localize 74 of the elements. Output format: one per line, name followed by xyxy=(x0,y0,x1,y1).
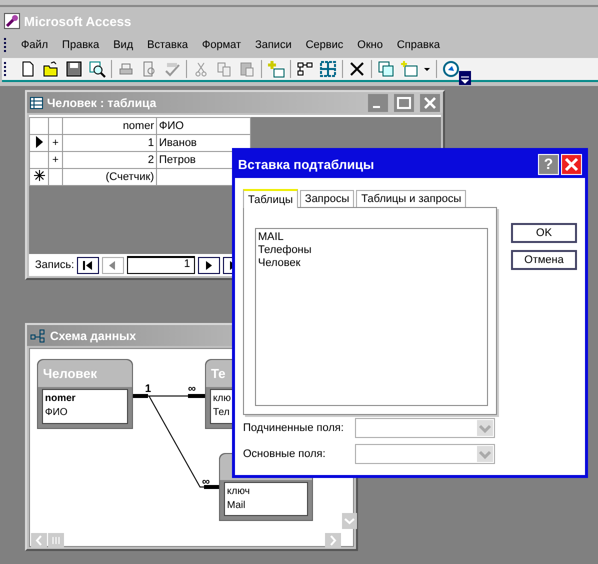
menu-item[interactable]: Вставка xyxy=(140,39,196,51)
spellcheck-icon[interactable] xyxy=(163,60,181,78)
window-title: Человек : таблица xyxy=(47,96,156,110)
field-name[interactable]: ключ xyxy=(227,485,305,499)
toolbar-options-icon[interactable] xyxy=(459,71,471,85)
cardinality-label: ∞ xyxy=(202,476,210,488)
list-item[interactable]: Телефоны xyxy=(258,244,485,257)
minimize-icon[interactable] xyxy=(368,94,388,112)
dialog-button[interactable]: OK xyxy=(511,223,577,243)
new-subtable-icon[interactable] xyxy=(267,60,285,78)
table-cell: 1 xyxy=(62,134,156,152)
scroll-thumb-icon[interactable] xyxy=(48,533,64,548)
cardinality-label: ∞ xyxy=(188,383,196,395)
cardinality-label: 1 xyxy=(145,383,152,395)
table-node-title: Человек xyxy=(43,366,97,381)
menu-item[interactable]: Вид xyxy=(106,39,140,51)
field-label: Подчиненные поля: xyxy=(243,422,345,434)
record-selector[interactable] xyxy=(30,134,48,152)
open-folder-icon[interactable] xyxy=(42,60,60,78)
grid-icon[interactable] xyxy=(319,60,337,78)
clipboard-icon[interactable] xyxy=(238,60,256,78)
magnifier-icon[interactable] xyxy=(88,60,106,78)
app-key-icon xyxy=(4,13,20,29)
table-icon xyxy=(30,96,43,108)
help-icon[interactable] xyxy=(442,60,460,78)
table-node-title: Те xyxy=(211,366,226,381)
copy-icon[interactable] xyxy=(215,60,233,78)
expand-cell[interactable]: + xyxy=(48,134,62,152)
new-object-icon[interactable] xyxy=(400,60,418,78)
field-name[interactable]: nomer xyxy=(45,392,125,406)
help-button[interactable]: ? xyxy=(538,154,559,175)
table-cell: (Счетчик) xyxy=(62,168,156,186)
menu-item[interactable]: Записи xyxy=(248,39,299,51)
tab[interactable]: Таблицы xyxy=(243,189,298,208)
combo-box[interactable] xyxy=(355,444,495,464)
next-record-icon[interactable] xyxy=(198,256,220,274)
combo-box[interactable] xyxy=(355,418,495,438)
record-label: Запись: xyxy=(35,259,74,271)
save-icon[interactable] xyxy=(65,60,83,78)
column-header[interactable]: nomer xyxy=(62,118,156,134)
list-item[interactable]: MAIL xyxy=(258,231,485,244)
relationship-icon[interactable] xyxy=(296,60,314,78)
menu-item[interactable]: Сервис xyxy=(298,39,350,51)
record-number-field[interactable]: 1 xyxy=(127,256,196,274)
database-window-icon[interactable] xyxy=(377,60,395,78)
first-record-icon[interactable] xyxy=(77,256,100,274)
app-title: Microsoft Access xyxy=(24,14,132,28)
expand-cell[interactable]: + xyxy=(48,152,62,168)
record-selector[interactable] xyxy=(30,168,48,186)
close-icon[interactable] xyxy=(561,154,582,175)
tab[interactable]: Таблицы и запросы xyxy=(356,190,466,207)
expand-cell[interactable] xyxy=(48,168,62,186)
column-header[interactable]: ФИО xyxy=(156,118,250,134)
table-node[interactable]: Человек nomer ФИО xyxy=(37,359,133,429)
table-cell: 2 xyxy=(62,152,156,168)
field-name[interactable]: Mail xyxy=(227,499,305,513)
list-item[interactable]: Человек xyxy=(258,257,485,270)
dialog-button[interactable]: Отмена xyxy=(511,250,577,270)
menu-item[interactable]: Справка xyxy=(390,39,447,51)
current-record-icon xyxy=(35,136,43,148)
relationships-icon xyxy=(30,328,46,342)
field-name[interactable]: ФИО xyxy=(45,406,125,420)
header-cell xyxy=(48,118,62,134)
tab[interactable]: Запросы xyxy=(300,190,354,207)
menu-item[interactable]: Правка xyxy=(55,39,106,51)
window-title: Схема данных xyxy=(50,328,136,342)
close-icon[interactable] xyxy=(420,94,440,112)
menu-item[interactable]: Файл xyxy=(14,39,56,51)
menu-item[interactable]: Формат xyxy=(195,39,248,51)
menu-item[interactable]: Окно xyxy=(350,39,390,51)
delete-icon[interactable] xyxy=(348,60,366,78)
corner-cell[interactable] xyxy=(30,118,48,134)
maximize-icon[interactable] xyxy=(394,94,414,112)
new-record-icon xyxy=(34,170,44,181)
